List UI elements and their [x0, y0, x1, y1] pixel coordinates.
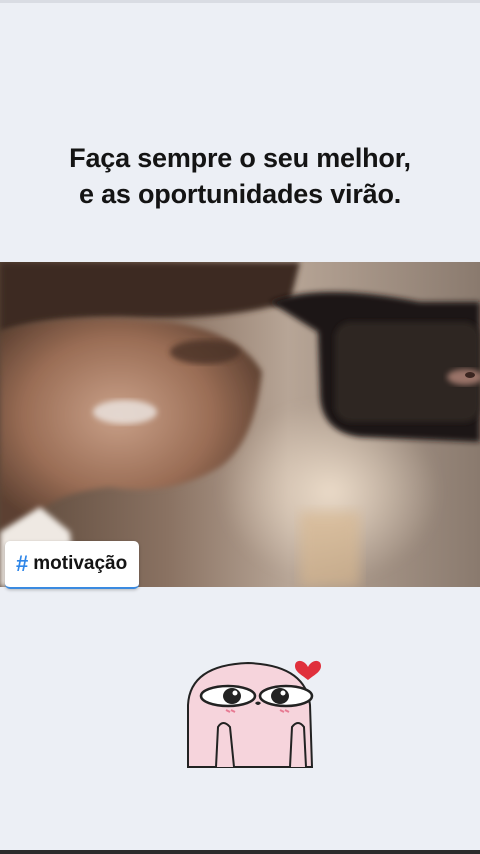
caption-line-2: e as oportunidades virão. — [78, 179, 402, 209]
bottom-nav-strip — [0, 850, 480, 854]
video-still-image — [0, 262, 480, 587]
top-status-strip — [0, 0, 480, 3]
hashtag-icon: # — [16, 551, 29, 576]
hashtag-label: motivação — [33, 553, 128, 574]
blushing-blob-icon — [187, 660, 321, 768]
hashtag-badge[interactable]: # motivação — [5, 541, 140, 589]
video-frame[interactable] — [0, 262, 480, 587]
motivational-caption: Faça sempre o seu melhor, e as oportunid… — [0, 140, 480, 212]
blushing-blob-sticker — [178, 645, 328, 770]
caption-line-1: Faça sempre o seu melhor, — [69, 143, 411, 173]
